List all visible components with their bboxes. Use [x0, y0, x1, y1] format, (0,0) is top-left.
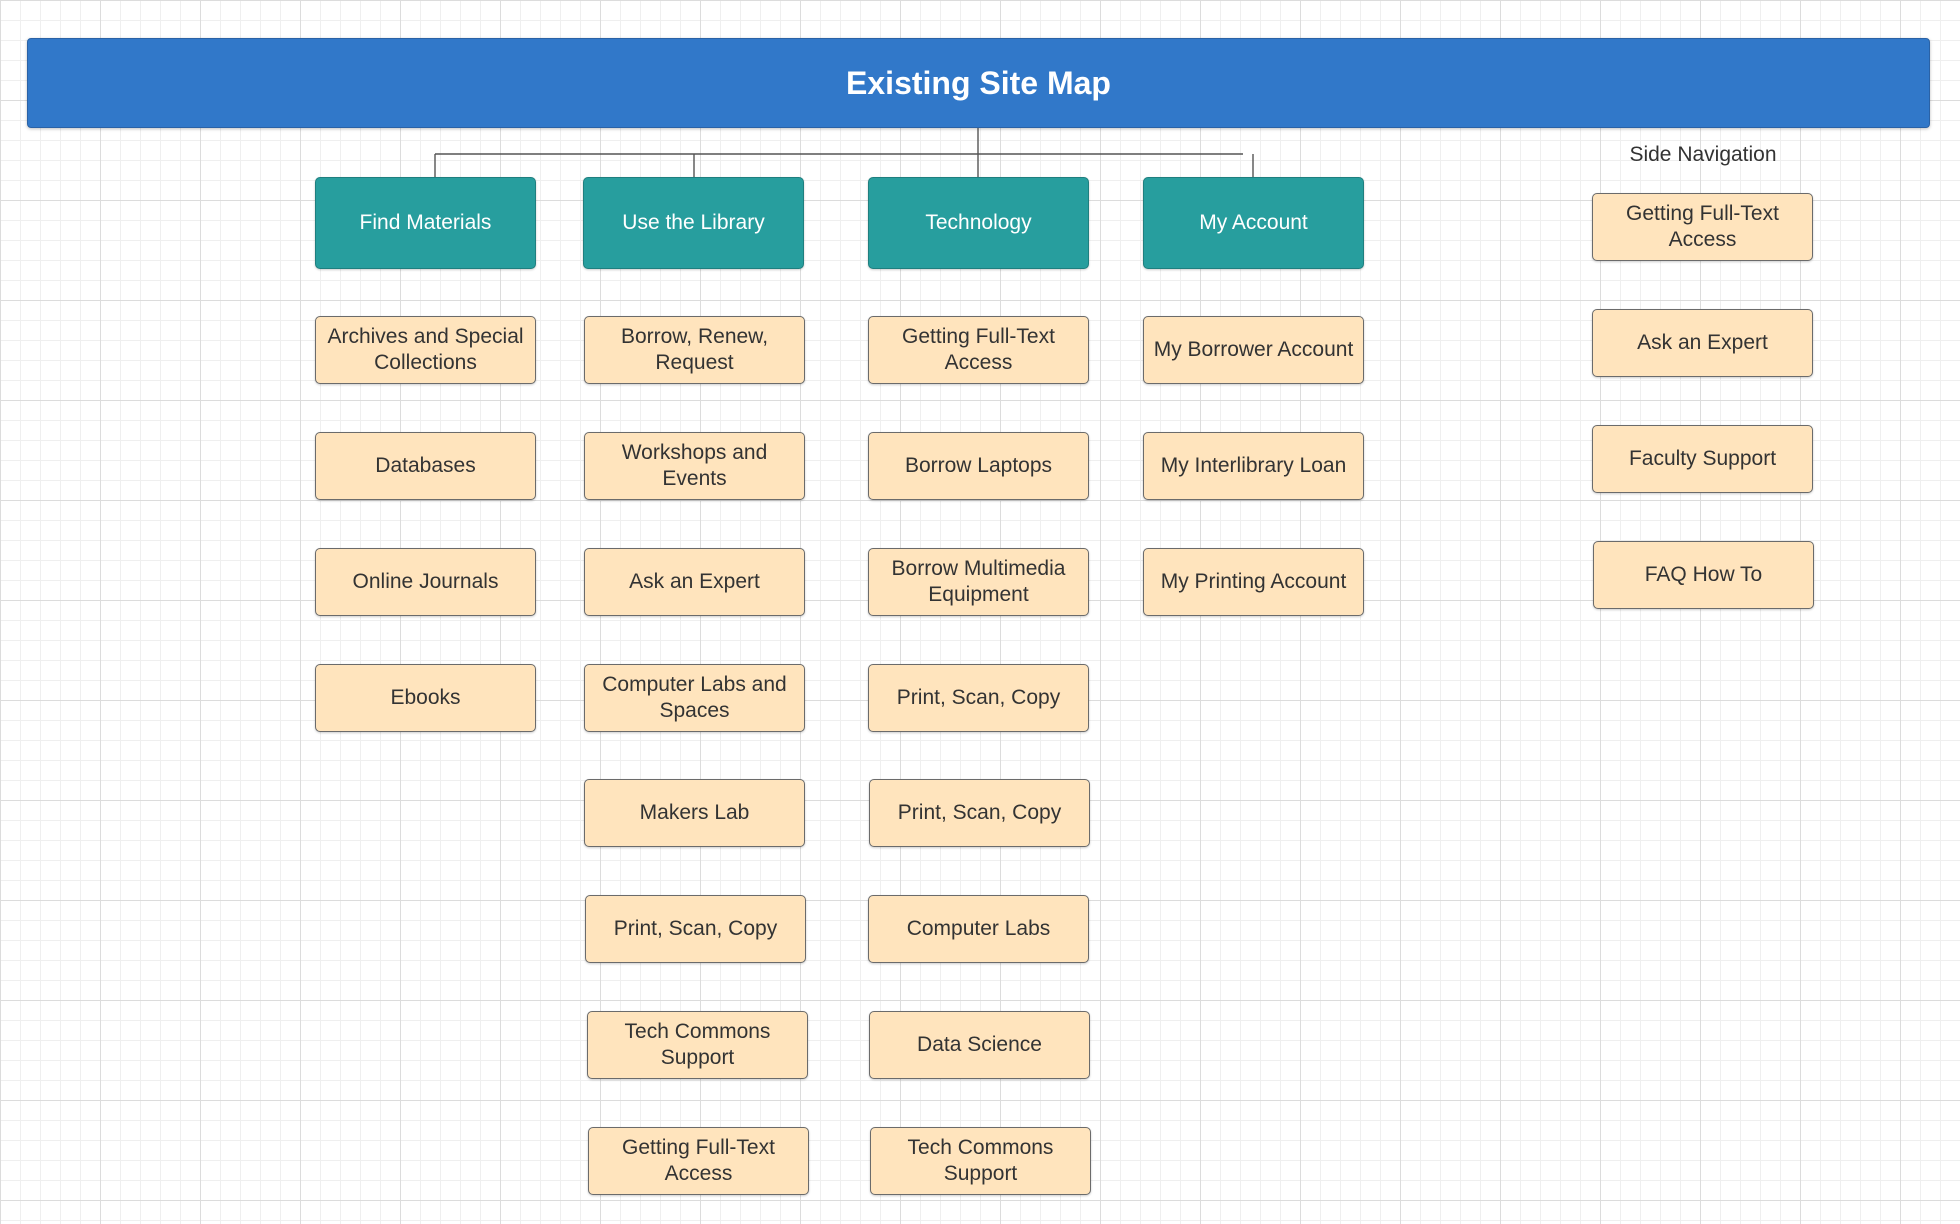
- page-node[interactable]: Ebooks: [315, 664, 536, 732]
- page-node[interactable]: Borrow Laptops: [868, 432, 1089, 500]
- page-label: Online Journals: [352, 570, 499, 593]
- page-label: Borrow Multimedia Equipment: [891, 557, 1066, 606]
- page-label: Ask an Expert: [629, 570, 760, 593]
- page-node[interactable]: Ask an Expert: [584, 548, 805, 616]
- page-node[interactable]: Computer Labs: [868, 895, 1089, 963]
- page-node[interactable]: Makers Lab: [584, 779, 805, 847]
- page-node[interactable]: Print, Scan, Copy: [869, 779, 1090, 847]
- side-nav-item[interactable]: Getting Full-Text Access: [1592, 193, 1813, 261]
- page-node[interactable]: Borrow Multimedia Equipment: [868, 548, 1089, 616]
- section-my-account[interactable]: My Account: [1143, 177, 1364, 269]
- page-label: Faculty Support: [1628, 447, 1777, 470]
- section-label: Technology: [925, 211, 1032, 234]
- page-node[interactable]: Databases: [315, 432, 536, 500]
- page-node[interactable]: Data Science: [869, 1011, 1090, 1079]
- page-label: Archives and Special Collections: [327, 325, 524, 374]
- page-label: My Borrower Account: [1153, 338, 1354, 361]
- page-label: Print, Scan, Copy: [613, 917, 778, 940]
- page-label: Tech Commons Support: [624, 1020, 771, 1069]
- page-node[interactable]: My Borrower Account: [1143, 316, 1364, 384]
- section-technology[interactable]: Technology: [868, 177, 1089, 269]
- page-node[interactable]: Getting Full-Text Access: [588, 1127, 809, 1195]
- page-node[interactable]: Borrow, Renew, Request: [584, 316, 805, 384]
- page-node[interactable]: Tech Commons Support: [587, 1011, 808, 1079]
- page-node[interactable]: Tech Commons Support: [870, 1127, 1091, 1195]
- page-label: Getting Full-Text Access: [622, 1136, 775, 1185]
- page-label: Data Science: [917, 1033, 1042, 1056]
- section-find-materials[interactable]: Find Materials: [315, 177, 536, 269]
- page-label: Workshops and Events: [621, 441, 768, 490]
- page-label: Tech Commons Support: [907, 1136, 1054, 1185]
- page-label: Ask an Expert: [1637, 331, 1768, 354]
- site-map-title: Existing Site Map: [846, 64, 1111, 101]
- page-label: My Printing Account: [1160, 570, 1347, 593]
- side-nav-item[interactable]: FAQ How To: [1593, 541, 1814, 609]
- page-node[interactable]: Getting Full-Text Access: [868, 316, 1089, 384]
- side-nav-item[interactable]: Faculty Support: [1592, 425, 1813, 493]
- page-label: My Interlibrary Loan: [1160, 454, 1347, 477]
- page-label: Makers Lab: [639, 801, 750, 824]
- page-node[interactable]: My Interlibrary Loan: [1143, 432, 1364, 500]
- page-node[interactable]: Workshops and Events: [584, 432, 805, 500]
- page-label: Print, Scan, Copy: [897, 801, 1062, 824]
- page-label: Computer Labs: [906, 917, 1051, 940]
- page-node[interactable]: My Printing Account: [1143, 548, 1364, 616]
- section-label: My Account: [1199, 211, 1308, 234]
- page-label: Databases: [375, 454, 476, 477]
- section-label: Use the Library: [622, 211, 765, 234]
- page-node[interactable]: Archives and Special Collections: [315, 316, 536, 384]
- page-label: Borrow, Renew, Request: [620, 325, 769, 374]
- section-use-the-library[interactable]: Use the Library: [583, 177, 804, 269]
- page-node[interactable]: Online Journals: [315, 548, 536, 616]
- page-label: Computer Labs and Spaces: [602, 673, 787, 722]
- page-node[interactable]: Computer Labs and Spaces: [584, 664, 805, 732]
- side-navigation-label: Side Navigation: [1629, 143, 1777, 166]
- page-label: Borrow Laptops: [904, 454, 1053, 477]
- page-label: FAQ How To: [1644, 563, 1763, 586]
- page-label: Ebooks: [390, 686, 461, 709]
- side-nav-item[interactable]: Ask an Expert: [1592, 309, 1813, 377]
- section-label: Find Materials: [359, 211, 492, 234]
- page-label: Getting Full-Text Access: [1626, 202, 1779, 251]
- page-label: Print, Scan, Copy: [896, 686, 1061, 709]
- site-map-title-bar: Existing Site Map: [27, 38, 1930, 128]
- page-node[interactable]: Print, Scan, Copy: [585, 895, 806, 963]
- page-node[interactable]: Print, Scan, Copy: [868, 664, 1089, 732]
- page-label: Getting Full-Text Access: [902, 325, 1055, 374]
